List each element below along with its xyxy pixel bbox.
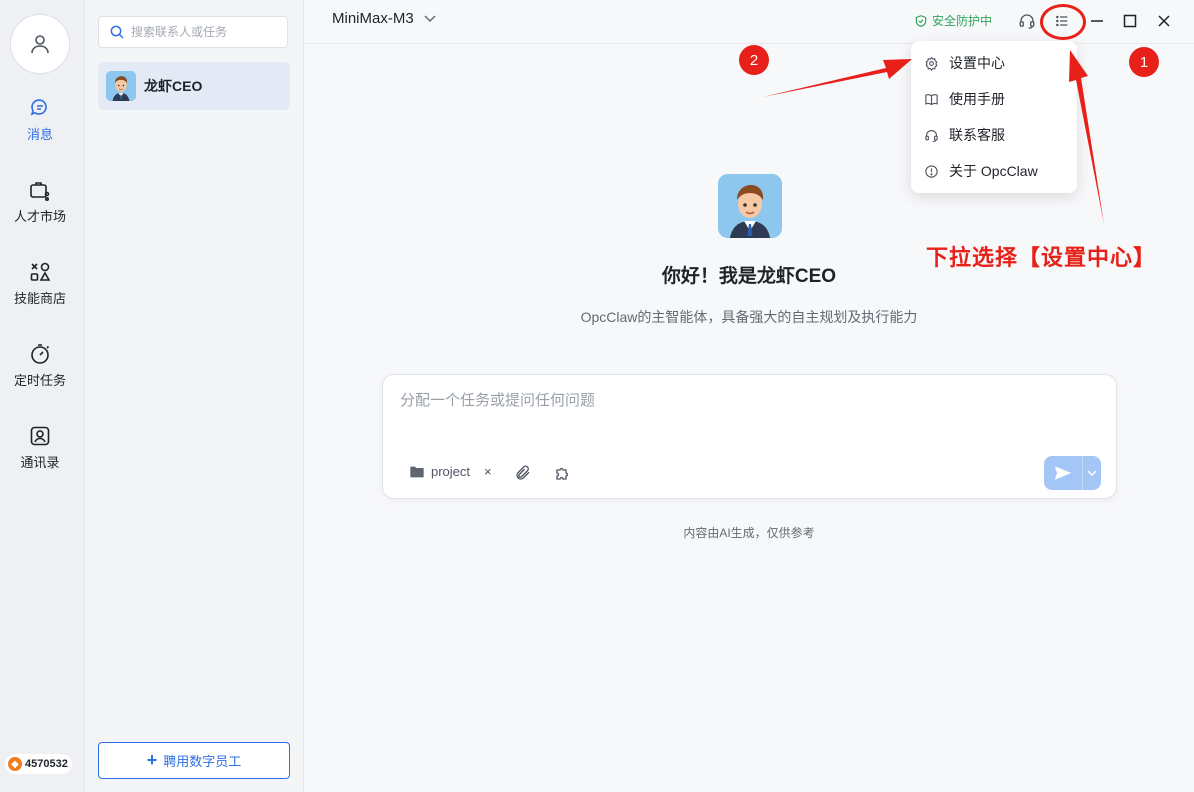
nav-contacts[interactable]: 通讯录	[0, 424, 80, 471]
close-button[interactable]	[1153, 10, 1175, 32]
chevron-down-icon	[424, 14, 436, 22]
nav-label: 人才市场	[13, 209, 66, 224]
send-button[interactable]	[1044, 456, 1101, 490]
nav-label: 技能商店	[13, 291, 66, 306]
briefcase-share-icon	[30, 182, 50, 201]
menu-item-settings[interactable]: 设置中心	[911, 45, 1077, 81]
puzzle-icon	[556, 467, 569, 480]
model-selector[interactable]: MiniMax-M3	[332, 10, 436, 27]
search-input[interactable]	[129, 24, 283, 40]
chip-close-icon[interactable]: ×	[484, 464, 492, 479]
hire-label: 聘用数字员工	[163, 754, 242, 769]
annotation-ellipse	[1040, 4, 1086, 40]
contact-item[interactable]: 龙虾CEO	[98, 62, 290, 110]
chat-bubble-icon	[30, 99, 47, 116]
agent-subtitle: OpcClaw的主智能体，具备强大的自主规划及执行能力	[580, 309, 918, 325]
menu-item-label: 使用手册	[949, 91, 1005, 107]
search-box[interactable]	[98, 16, 288, 48]
menu-item-label: 关于 OpcClaw	[949, 163, 1038, 179]
minimize-icon	[1091, 20, 1103, 22]
send-options-chevron-icon[interactable]	[1083, 470, 1101, 476]
headset-icon	[1019, 14, 1035, 29]
gear-icon	[923, 55, 939, 71]
coin-icon: ◆	[8, 757, 22, 771]
attach-button[interactable]	[513, 463, 533, 483]
ai-disclaimer: 内容由AI生成，仅供参考	[683, 526, 815, 540]
menu-item-label: 设置中心	[949, 55, 1005, 71]
security-status[interactable]: 安全防护中	[914, 12, 992, 29]
contact-card-icon	[30, 426, 50, 446]
nav-label: 定时任务	[13, 373, 66, 388]
book-icon	[923, 91, 939, 107]
shield-check-icon	[915, 14, 927, 27]
nav-label: 通讯录	[20, 455, 60, 470]
annotation-badge-1: 1	[1129, 47, 1159, 77]
annotation-instruction: 下拉选择【设置中心】	[926, 245, 1157, 270]
task-input[interactable]	[398, 387, 1102, 441]
security-label: 安全防护中	[932, 14, 993, 28]
settings-dropdown-menu: 设置中心 使用手册 联系客服 关于 OpcClaw	[911, 41, 1077, 193]
plugin-button[interactable]	[553, 463, 573, 483]
annotation-badge-2: 2	[739, 45, 769, 75]
maximize-icon	[1123, 14, 1137, 28]
person-icon	[31, 35, 49, 54]
menu-item-about[interactable]: 关于 OpcClaw	[911, 153, 1077, 189]
search-icon	[110, 25, 124, 39]
maximize-button[interactable]	[1119, 10, 1141, 32]
user-avatar[interactable]	[10, 14, 70, 74]
folder-chip[interactable]: project ×	[409, 464, 492, 479]
menu-item-support[interactable]: 联系客服	[911, 117, 1077, 153]
nav-label: 消息	[26, 127, 53, 142]
nav-skill-store[interactable]: 技能商店	[0, 260, 80, 307]
contact-list-panel: 龙虾CEO + 聘用数字员工	[85, 0, 304, 792]
send-icon	[1044, 465, 1082, 481]
headset-icon	[923, 127, 939, 143]
close-icon	[1158, 15, 1170, 27]
menu-item-manual[interactable]: 使用手册	[911, 81, 1077, 117]
message-composer: project ×	[382, 374, 1117, 499]
plus-icon: +	[146, 750, 158, 770]
stopwatch-icon	[31, 344, 50, 364]
nav-messages[interactable]: 消息	[0, 96, 80, 143]
hire-digital-employee-button[interactable]: + 聘用数字员工	[98, 742, 290, 779]
minimize-button[interactable]	[1086, 10, 1108, 32]
points-badge[interactable]: ◆ 4570532	[5, 754, 72, 774]
ceo-hero-avatar	[718, 174, 782, 238]
model-name: MiniMax-M3	[332, 10, 414, 27]
shapes-icon	[30, 262, 51, 281]
ceo-avatar	[106, 71, 136, 101]
info-icon	[923, 163, 939, 179]
contact-name: 龙虾CEO	[144, 78, 203, 94]
left-nav-rail: 消息 人才市场 技能商店 定时任务 通讯录 ◆ 4570532	[0, 0, 85, 792]
folder-chip-label: project	[431, 464, 471, 479]
support-button[interactable]	[1016, 10, 1038, 32]
nav-scheduled-tasks[interactable]: 定时任务	[0, 342, 80, 389]
nav-talent-market[interactable]: 人才市场	[0, 178, 80, 225]
menu-item-label: 联系客服	[949, 127, 1005, 143]
points-value: 4570532	[25, 758, 68, 770]
paperclip-icon	[516, 465, 530, 480]
folder-icon	[410, 466, 424, 477]
